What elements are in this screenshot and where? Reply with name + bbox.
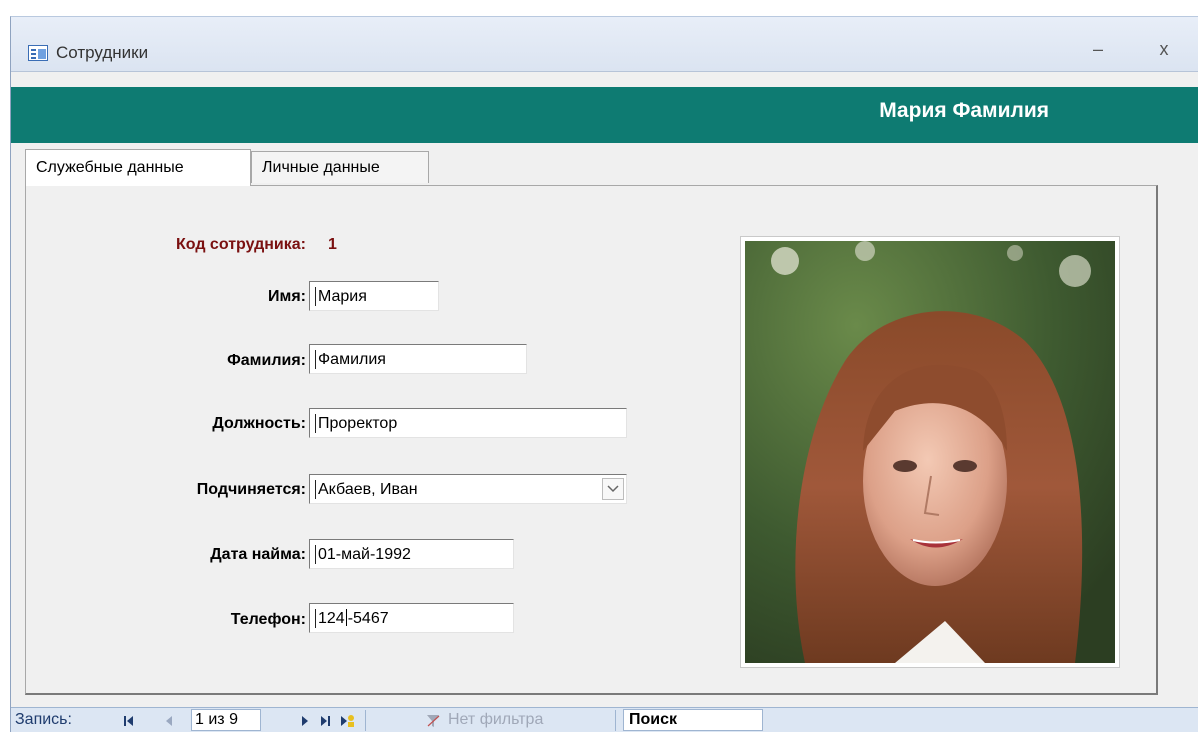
reports-to-value: Акбаев, Иван (315, 480, 626, 499)
phone-value-end: -5467 (347, 610, 389, 627)
employee-id-label: Код сотрудника: (176, 236, 306, 253)
form-icon (28, 45, 48, 61)
first-name-label: Имя: (268, 288, 306, 305)
window-title: Сотрудники (56, 43, 149, 62)
hire-date-value: 01-май-1992 (315, 545, 513, 564)
close-button[interactable]: x (1151, 39, 1177, 60)
reports-to-combobox[interactable]: Акбаев, Иван (309, 474, 627, 504)
prev-record-icon[interactable] (161, 713, 177, 729)
last-name-label: Фамилия: (227, 352, 306, 369)
filter-status-button[interactable]: Нет фильтра (448, 711, 543, 729)
tab-strip: Служебные данные Личные данные (11, 149, 1198, 186)
employee-id-value: 1 (328, 236, 337, 253)
separator (365, 710, 366, 731)
first-name-value: Мария (315, 287, 438, 306)
reports-to-label: Подчиняется: (196, 481, 306, 498)
next-record-icon[interactable] (297, 713, 313, 729)
record-position-input[interactable]: 1 из 9 (191, 709, 261, 731)
first-record-icon[interactable] (121, 713, 137, 729)
form-header: Мария Фамилия (11, 87, 1198, 143)
hire-date-label: Дата найма: (210, 546, 306, 563)
header-title: Мария Фамилия (879, 99, 1049, 122)
employee-photo (740, 236, 1120, 668)
text-cursor (345, 609, 347, 626)
position-field[interactable]: Проректор (309, 408, 627, 438)
tab-panel: Код сотрудника: 1 Имя: Мария Фамилия: Фа… (25, 185, 1158, 695)
tab-personal-data[interactable]: Личные данные (251, 151, 429, 183)
position-value: Проректор (315, 414, 626, 433)
record-navigation-bar: Запись: 1 из 9 Нет фильтра Поиск (11, 707, 1198, 732)
phone-value: 124 -5467 (315, 609, 513, 628)
minimize-button[interactable]: – (1085, 39, 1111, 60)
record-label: Запись: (15, 711, 72, 728)
phone-value-start: 124 (318, 610, 345, 627)
tab-service-data[interactable]: Служебные данные (25, 149, 251, 186)
last-record-icon[interactable] (317, 713, 333, 729)
form-window: Сотрудники – x Мария Фамилия Служебные д… (10, 16, 1198, 732)
new-record-icon[interactable] (339, 713, 355, 729)
phone-label: Телефон: (230, 611, 306, 628)
dropdown-button[interactable] (602, 478, 624, 500)
position-label: Должность: (212, 415, 306, 432)
last-name-field[interactable]: Фамилия (309, 344, 527, 374)
filter-icon[interactable] (425, 713, 441, 729)
portrait-image (745, 241, 1115, 663)
search-input[interactable]: Поиск (623, 709, 763, 731)
last-name-value: Фамилия (315, 350, 526, 369)
hire-date-field[interactable]: 01-май-1992 (309, 539, 514, 569)
title-bar: Сотрудники – x (11, 17, 1198, 72)
separator (615, 710, 616, 731)
first-name-field[interactable]: Мария (309, 281, 439, 311)
dropdown-arrow-icon (607, 485, 619, 493)
phone-field[interactable]: 124 -5467 (309, 603, 514, 633)
